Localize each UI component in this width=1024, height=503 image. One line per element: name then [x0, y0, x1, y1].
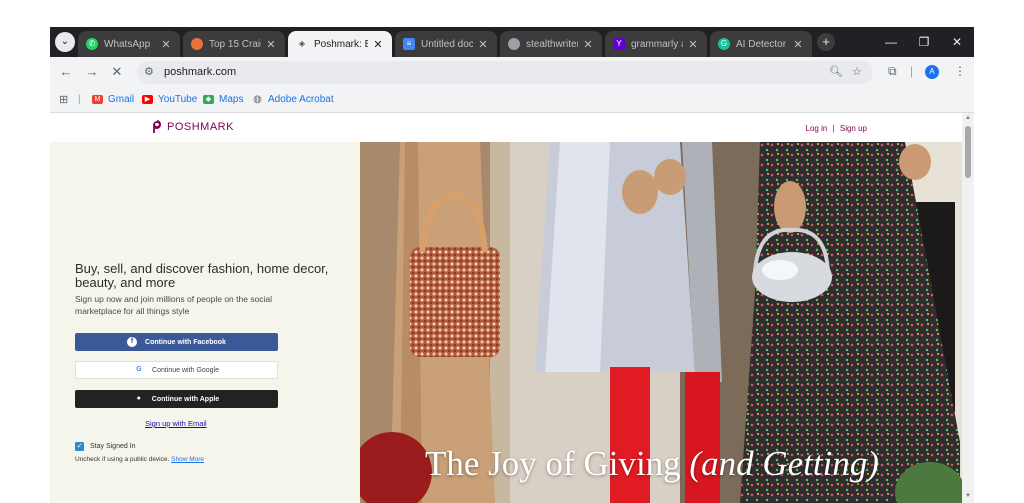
tab-poshmark[interactable]: ◈ Poshmark: Buy ✕: [288, 31, 392, 57]
scroll-up-arrow-icon[interactable]: ▲: [964, 115, 972, 121]
browser-toolbar: ← → ✕ ⚙ poshmark.com 🔍︎ ☆ ⧉ | A ⋮: [50, 57, 974, 87]
signup-link[interactable]: Sign up: [840, 124, 867, 133]
logo-text: POSHMARK: [167, 121, 234, 133]
toolbar-divider: |: [910, 64, 914, 78]
bookmark-gmail[interactable]: M Gmail: [92, 94, 134, 105]
tab-docs[interactable]: ≡ Untitled document ✕: [395, 31, 497, 57]
stay-signed-in-checkbox[interactable]: ✓: [75, 442, 84, 451]
close-icon[interactable]: ✕: [582, 38, 594, 51]
uncheck-note-text: Uncheck if using a public device.: [75, 456, 170, 463]
scroll-down-arrow-icon[interactable]: ▼: [964, 493, 972, 499]
new-tab-button[interactable]: +: [817, 33, 835, 51]
page-scrollbar[interactable]: ▲ ▼: [962, 113, 974, 503]
maps-icon: ◆: [203, 95, 214, 104]
close-icon[interactable]: ✕: [687, 38, 699, 51]
hero-subline: Sign up now and join millions of people …: [75, 294, 273, 316]
scroll-thumb[interactable]: [965, 126, 971, 178]
auth-links: Log in | Sign up: [806, 124, 867, 133]
close-icon[interactable]: ✕: [792, 38, 804, 51]
stop-loading-button[interactable]: ✕: [107, 62, 127, 82]
bookmarks-divider: |: [78, 94, 81, 105]
close-icon[interactable]: ✕: [265, 38, 277, 51]
bookmark-label: Adobe Acrobat: [268, 94, 334, 105]
zoom-icon[interactable]: 🔍︎: [829, 65, 843, 78]
signup-panel: Buy, sell, and discover fashion, home de…: [50, 142, 360, 503]
extensions-icon[interactable]: ⧉: [888, 64, 897, 79]
public-device-note: Uncheck if using a public device. Show M…: [75, 456, 204, 463]
bookmark-star-icon[interactable]: ☆: [852, 65, 862, 78]
poshmark-tab-icon: ◈: [298, 39, 306, 48]
menu-icon[interactable]: ⋮: [954, 64, 966, 78]
site-header: POSHMARK Log in | Sign up: [50, 113, 962, 142]
docs-icon: ≡: [403, 38, 415, 50]
auth-separator: |: [832, 124, 835, 133]
restore-button[interactable]: ❐: [908, 27, 940, 57]
stealthwriter-icon: [508, 38, 520, 50]
bookmark-adobe-acrobat[interactable]: ◍ Adobe Acrobat: [252, 94, 334, 105]
tab-whatsapp[interactable]: ✆ WhatsApp ✕: [78, 31, 180, 57]
bookmark-youtube[interactable]: ▶ YouTube: [142, 94, 197, 105]
stay-signed-in-label: Stay Signed In: [90, 443, 136, 450]
tab-ai-detector[interactable]: G AI Detector ✕: [710, 31, 812, 57]
bookmark-label: YouTube: [158, 94, 198, 105]
apple-button-label: Continue with Apple: [151, 395, 220, 403]
tab-strip: ⌄ ✆ WhatsApp ✕ Top 15 Craigslist ✕ ◈ Pos…: [50, 27, 974, 57]
globe-icon: ◍: [253, 94, 262, 105]
close-icon[interactable]: ✕: [477, 38, 489, 51]
tab-title: stealthwriter: [526, 38, 578, 50]
continue-google-button[interactable]: G Continue with Google: [75, 361, 278, 379]
grammarly-icon: G: [718, 38, 730, 50]
minimize-button[interactable]: —: [875, 27, 907, 57]
tab-title: AI Detector: [736, 38, 787, 50]
bookmark-label: Gmail: [108, 94, 135, 105]
gmail-icon: M: [92, 95, 103, 104]
youtube-icon: ▶: [142, 95, 153, 104]
bookmark-maps[interactable]: ◆ Maps: [203, 94, 243, 105]
tab-craigslist[interactable]: Top 15 Craigslist ✕: [183, 31, 285, 57]
back-button[interactable]: ←: [56, 62, 76, 82]
close-window-button[interactable]: ✕: [941, 27, 973, 57]
close-icon[interactable]: ✕: [160, 38, 172, 51]
yahoo-icon: Y: [613, 38, 625, 50]
tab-title: Untitled document: [421, 38, 473, 50]
close-icon[interactable]: ✕: [372, 38, 384, 51]
google-button-label: Continue with Google: [152, 366, 219, 374]
apple-icon: ●: [136, 395, 141, 402]
profile-avatar[interactable]: A: [925, 65, 939, 79]
whatsapp-icon: ✆: [86, 38, 98, 50]
tab-title: Top 15 Craigslist: [209, 38, 261, 50]
apps-grid-icon[interactable]: ⊞: [59, 93, 68, 106]
continue-facebook-button[interactable]: f Continue with Facebook: [75, 333, 278, 351]
signup-email-link[interactable]: Sign up with Email: [145, 419, 207, 428]
tab-search-button[interactable]: ⌄: [55, 32, 75, 52]
facebook-icon: f: [127, 337, 138, 347]
show-more-link[interactable]: Show More: [171, 456, 204, 463]
tab-stealthwriter[interactable]: stealthwriter ✕: [500, 31, 602, 57]
tab-title: grammarly ai: [631, 38, 683, 50]
continue-apple-button[interactable]: ● Continue with Apple: [75, 390, 278, 408]
url-text: poshmark.com: [164, 66, 237, 78]
login-link[interactable]: Log in: [806, 124, 828, 133]
site-settings-icon[interactable]: ⚙: [144, 65, 154, 78]
google-icon: G: [136, 366, 142, 373]
bookmarks-bar: ⊞ | M Gmail ▶ YouTube ◆ Maps ◍ Adobe Acr…: [50, 87, 974, 113]
tab-title: Poshmark: Buy: [314, 38, 368, 50]
photo-title-italic: (and Getting): [689, 444, 879, 483]
tab-title: WhatsApp: [104, 38, 151, 50]
bookmark-label: Maps: [219, 94, 244, 105]
photo-title-main: The Joy of Giving: [425, 444, 681, 483]
poshmark-logo-icon: [153, 120, 161, 133]
browser-window: ⌄ ✆ WhatsApp ✕ Top 15 Craigslist ✕ ◈ Pos…: [50, 27, 974, 503]
stay-signed-in[interactable]: ✓ Stay Signed In: [75, 442, 136, 451]
poshmark-logo[interactable]: POSHMARK: [151, 120, 234, 134]
address-bar[interactable]: ⚙ poshmark.com 🔍︎ ☆: [137, 61, 873, 84]
hero-headline: Buy, sell, and discover fashion, home de…: [75, 261, 329, 290]
tab-yahoo[interactable]: Y grammarly ai ✕: [605, 31, 707, 57]
forward-button[interactable]: →: [82, 62, 102, 82]
hero-photo-title: The Joy of Giving (and Getting): [425, 444, 925, 484]
facebook-button-label: Continue with Facebook: [145, 338, 226, 346]
craigslist-icon: [191, 38, 203, 50]
